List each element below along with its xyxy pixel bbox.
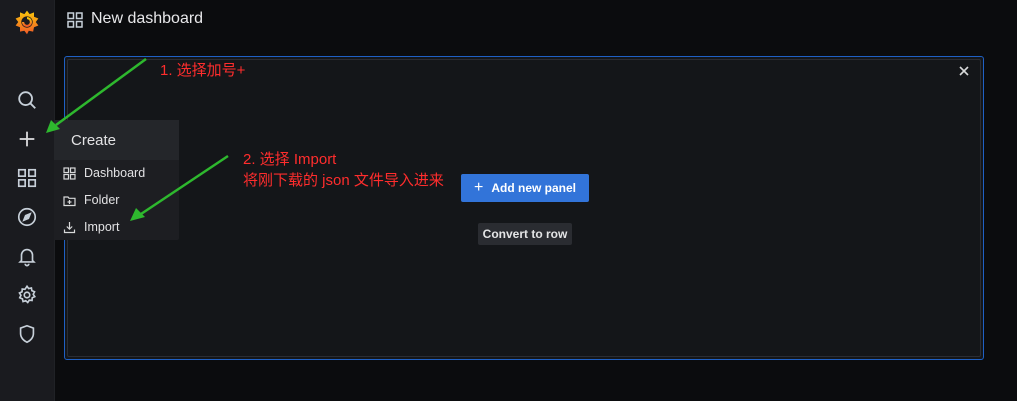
- grafana-logo-icon[interactable]: [0, 2, 54, 42]
- menu-item-label: Import: [84, 220, 120, 234]
- plus-icon: +: [473, 179, 484, 196]
- menu-item-import[interactable]: Import: [63, 216, 119, 238]
- add-new-panel-button[interactable]: + Add new panel: [461, 174, 589, 202]
- menu-item-label: Folder: [84, 193, 120, 207]
- annotation-step1: 1. 选择加号+: [160, 62, 246, 79]
- configuration-gear-icon[interactable]: [0, 277, 54, 313]
- page-title[interactable]: New dashboard: [91, 9, 203, 29]
- search-icon[interactable]: [0, 82, 54, 118]
- dashboard-grid-icon: [63, 166, 76, 180]
- create-menu-title[interactable]: Create: [54, 120, 179, 160]
- menu-item-folder[interactable]: Folder: [63, 189, 119, 211]
- dashboards-icon[interactable]: [0, 160, 54, 196]
- alerting-bell-icon[interactable]: [0, 238, 54, 274]
- create-menu: Create Dashboard Folder Import: [54, 120, 179, 240]
- plus-icon[interactable]: [0, 121, 54, 157]
- panel-inner-frame: [67, 59, 981, 357]
- top-bar: New dashboard: [54, 0, 1017, 40]
- explore-compass-icon[interactable]: [0, 199, 54, 235]
- folder-plus-icon: [63, 195, 76, 206]
- menu-item-dashboard[interactable]: Dashboard: [63, 162, 145, 184]
- close-icon[interactable]: [957, 64, 971, 78]
- add-new-panel-label: Add new panel: [491, 181, 577, 195]
- side-menu: [0, 0, 55, 401]
- annotation-step2-detail: 将刚下载的 json 文件导入进来: [243, 172, 444, 189]
- import-icon: [63, 221, 76, 233]
- server-admin-shield-icon[interactable]: [0, 316, 54, 352]
- dashboard-grid-icon: [66, 11, 84, 29]
- annotation-step2-title: 2. 选择 Import: [243, 151, 337, 168]
- convert-to-row-button[interactable]: Convert to row: [478, 223, 572, 245]
- new-panel-placeholder: [64, 56, 984, 360]
- menu-item-label: Dashboard: [84, 166, 146, 180]
